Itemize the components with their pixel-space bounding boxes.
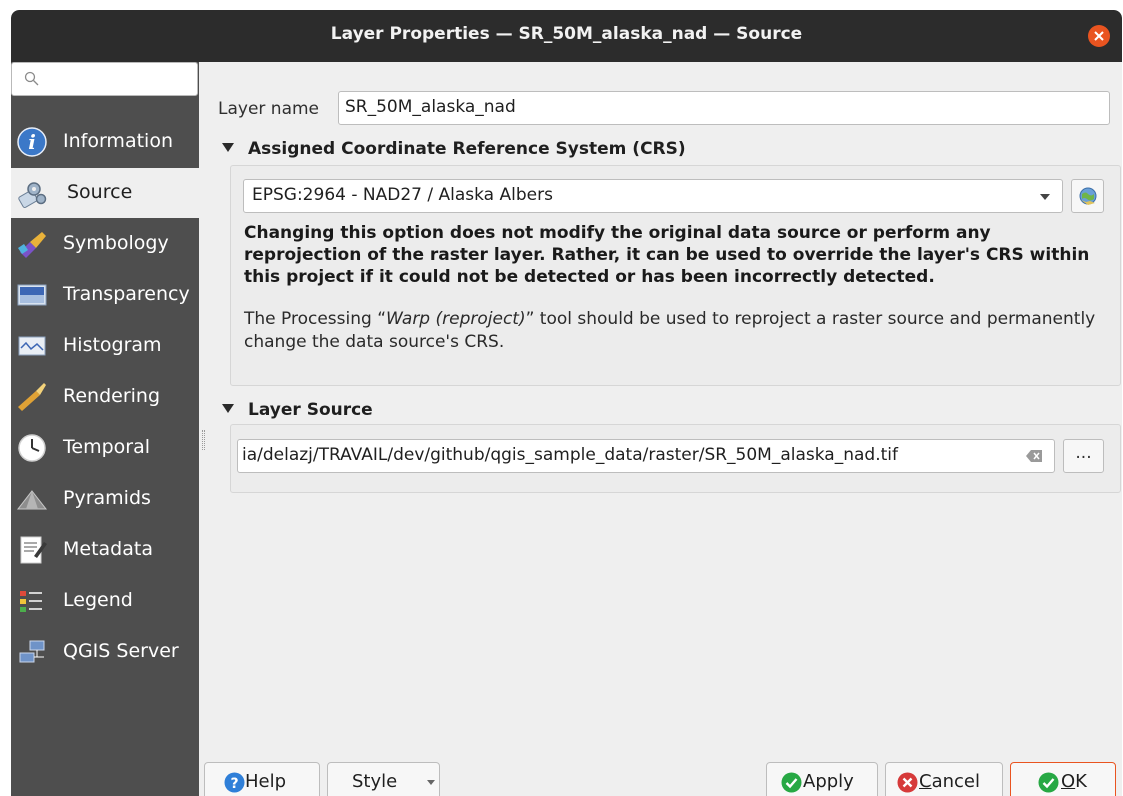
clear-text-icon[interactable]	[1026, 449, 1042, 463]
sidebar-item-label: Temporal	[63, 436, 150, 458]
sidebar-item-label: Rendering	[63, 385, 161, 407]
cancel-label-rest: ancel	[931, 771, 980, 792]
layer-source-section-header[interactable]: Layer Source	[222, 400, 373, 420]
collapse-triangle-icon	[222, 404, 234, 413]
select-crs-button[interactable]	[1071, 179, 1104, 213]
layer-source-path: ia/delazj/TRAVAIL/dev/github/qgis_sample…	[242, 445, 898, 465]
symbology-icon	[18, 232, 46, 258]
rendering-icon	[18, 383, 46, 411]
warp-reproject-tool-name: Warp (reproject)	[386, 309, 526, 329]
sidebar-item-label: Legend	[63, 589, 133, 611]
check-icon	[781, 772, 802, 793]
sidebar-item-label: Histogram	[63, 334, 162, 356]
source-icon	[18, 182, 47, 208]
cancel-button[interactable]: Cancel	[885, 762, 1003, 796]
sidebar-item-label: Information	[63, 130, 173, 152]
sidebar-item-label: Metadata	[63, 538, 153, 560]
apply-button[interactable]: Apply	[766, 762, 878, 796]
crs-note-text: The Processing “Warp (reproject)” tool s…	[244, 308, 1104, 354]
svg-text:i: i	[28, 130, 36, 154]
help-icon: ?	[224, 772, 245, 793]
splitter-handle[interactable]	[202, 430, 205, 450]
globe-icon	[1079, 187, 1097, 205]
legend-icon	[20, 591, 42, 612]
sidebar-item-transparency[interactable]: Transparency	[11, 270, 199, 320]
chevron-down-icon	[1040, 194, 1050, 200]
pyramids-icon	[16, 490, 48, 510]
apply-button-label: Apply	[803, 771, 854, 792]
browse-source-button[interactable]: ...	[1063, 439, 1104, 473]
sidebar-item-label: Transparency	[63, 283, 190, 305]
qgis-server-icon	[19, 640, 45, 663]
search-icon	[24, 71, 39, 86]
cancel-button-label: Cancel	[919, 771, 980, 792]
ok-button-label: OK	[1061, 771, 1087, 792]
crs-select-value: EPSG:2964 - NAD27 / Alaska Albers	[252, 185, 553, 205]
layer-name-label: Layer name	[218, 99, 320, 119]
sidebar-item-rendering[interactable]: Rendering	[11, 372, 199, 422]
crs-section-title: Assigned Coordinate Reference System (CR…	[248, 139, 686, 159]
sidebar-search-input[interactable]	[11, 62, 198, 96]
check-icon	[1038, 772, 1059, 793]
information-icon: i	[17, 127, 47, 157]
crs-note-before: The Processing “	[244, 309, 387, 329]
temporal-icon	[18, 434, 46, 462]
sidebar-item-legend[interactable]: Legend	[11, 576, 199, 626]
layer-source-group-box: ia/delazj/TRAVAIL/dev/github/qgis_sample…	[230, 424, 1121, 493]
close-button[interactable]	[1088, 25, 1110, 47]
sidebar: i Information Source Symbology Transpare…	[11, 62, 199, 796]
style-button[interactable]: Style	[327, 762, 440, 796]
layer-source-path-input[interactable]: ia/delazj/TRAVAIL/dev/github/qgis_sample…	[237, 439, 1055, 473]
close-icon	[1094, 31, 1104, 41]
layer-source-section-title: Layer Source	[248, 400, 373, 420]
sidebar-item-label: Pyramids	[63, 487, 151, 509]
sidebar-item-metadata[interactable]: Metadata	[11, 525, 199, 575]
metadata-icon	[20, 536, 47, 564]
histogram-icon	[18, 336, 46, 356]
sidebar-item-pyramids[interactable]: Pyramids	[11, 474, 199, 524]
help-button[interactable]: ? Help	[204, 762, 320, 796]
style-button-label: Style	[352, 771, 398, 792]
sidebar-item-label: QGIS Server	[63, 640, 179, 662]
crs-group-box: EPSG:2964 - NAD27 / Alaska Albers Changi…	[230, 165, 1121, 386]
sidebar-item-histogram[interactable]: Histogram	[11, 321, 199, 371]
sidebar-item-temporal[interactable]: Temporal	[11, 423, 199, 473]
main-panel: Layer name SR_50M_alaska_nad Assigned Co…	[208, 62, 1122, 752]
sidebar-item-label: Symbology	[63, 232, 169, 254]
cancel-icon	[897, 772, 918, 793]
crs-select[interactable]: EPSG:2964 - NAD27 / Alaska Albers	[243, 179, 1063, 213]
window-title: Layer Properties — SR_50M_alaska_nad — S…	[330, 24, 803, 44]
sidebar-item-symbology[interactable]: Symbology	[11, 219, 199, 269]
svg-text:?: ?	[230, 776, 238, 792]
ok-button[interactable]: OK	[1010, 762, 1116, 796]
ok-mnemonic: O	[1061, 771, 1076, 792]
crs-section-header[interactable]: Assigned Coordinate Reference System (CR…	[222, 139, 686, 159]
help-button-label: Help	[245, 771, 287, 792]
title-bar[interactable]: Layer Properties — SR_50M_alaska_nad — S…	[11, 10, 1122, 62]
sidebar-item-label: Source	[67, 181, 133, 203]
sidebar-item-information[interactable]: i Information	[11, 117, 199, 167]
transparency-icon	[17, 284, 47, 306]
sidebar-item-qgis-server[interactable]: QGIS Server	[11, 627, 199, 677]
layer-name-input[interactable]: SR_50M_alaska_nad	[338, 91, 1110, 125]
crs-warning-text: Changing this option does not modify the…	[244, 223, 1090, 287]
collapse-triangle-icon	[222, 143, 234, 152]
layer-properties-dialog: Layer Properties — SR_50M_alaska_nad — S…	[11, 10, 1122, 796]
cancel-mnemonic: C	[919, 771, 932, 792]
ok-label-rest: K	[1075, 771, 1087, 792]
chevron-down-icon	[427, 780, 435, 785]
sidebar-item-source[interactable]: Source	[11, 168, 199, 218]
